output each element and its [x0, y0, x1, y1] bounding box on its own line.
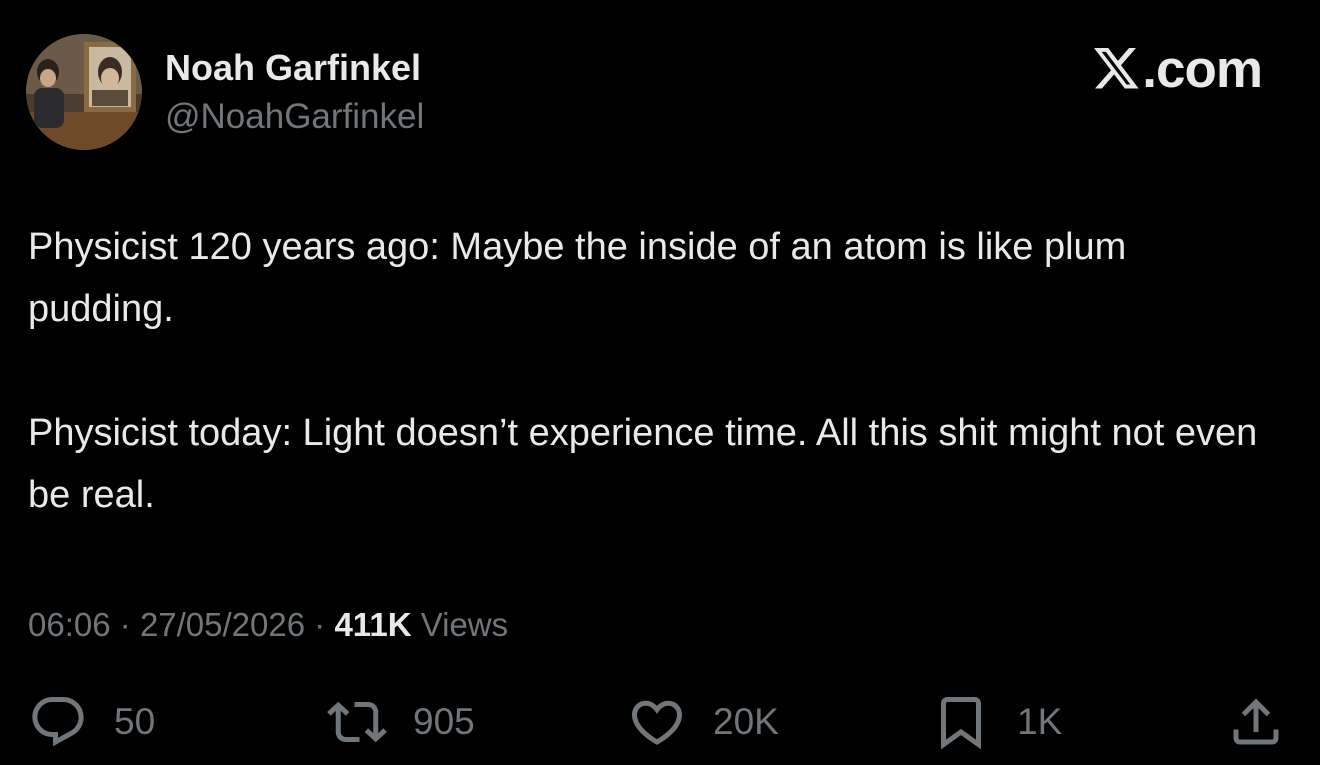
x-com-brand: .com: [1094, 40, 1263, 100]
reply-button[interactable]: 50: [28, 690, 155, 754]
heart-icon: [631, 700, 683, 745]
bookmark-icon: [941, 697, 981, 750]
action-bar: 50 905 20K 1K: [0, 690, 1320, 754]
author-display-name[interactable]: Noah Garfinkel: [165, 46, 421, 90]
post-paragraph: Physicist today: Light doesn’t experienc…: [28, 412, 1258, 516]
x-logo-icon: [1094, 48, 1139, 89]
bookmark-count: 1K: [1017, 701, 1063, 742]
meta-separator: ·: [314, 606, 326, 643]
views-count: 411K: [334, 606, 412, 643]
post-time[interactable]: 06:06: [28, 606, 111, 643]
brand-domain-text: .com: [1142, 40, 1263, 99]
repost-icon: [327, 701, 387, 743]
like-button[interactable]: 20K: [627, 690, 779, 754]
post-body: Physicist 120 years ago: Maybe the insid…: [28, 216, 1268, 526]
views-label: Views: [420, 606, 509, 643]
bookmark-button[interactable]: 1K: [931, 690, 1062, 754]
meta-separator: ·: [119, 606, 131, 643]
repost-button[interactable]: 905: [327, 690, 475, 754]
post-paragraph: Physicist 120 years ago: Maybe the insid…: [28, 226, 1127, 330]
like-count: 20K: [713, 701, 779, 742]
post-meta: 06:06 · 27/05/2026 · 411K Views: [28, 603, 508, 647]
share-button[interactable]: [1226, 690, 1286, 754]
share-icon: [1233, 698, 1279, 745]
post-date[interactable]: 27/05/2026: [140, 606, 305, 643]
avatar[interactable]: [26, 34, 142, 150]
author-handle[interactable]: @NoahGarfinkel: [165, 96, 424, 138]
repost-count: 905: [413, 701, 475, 742]
reply-count: 50: [114, 701, 156, 742]
profile-photo-image: [26, 34, 142, 150]
reply-icon: [32, 697, 84, 747]
